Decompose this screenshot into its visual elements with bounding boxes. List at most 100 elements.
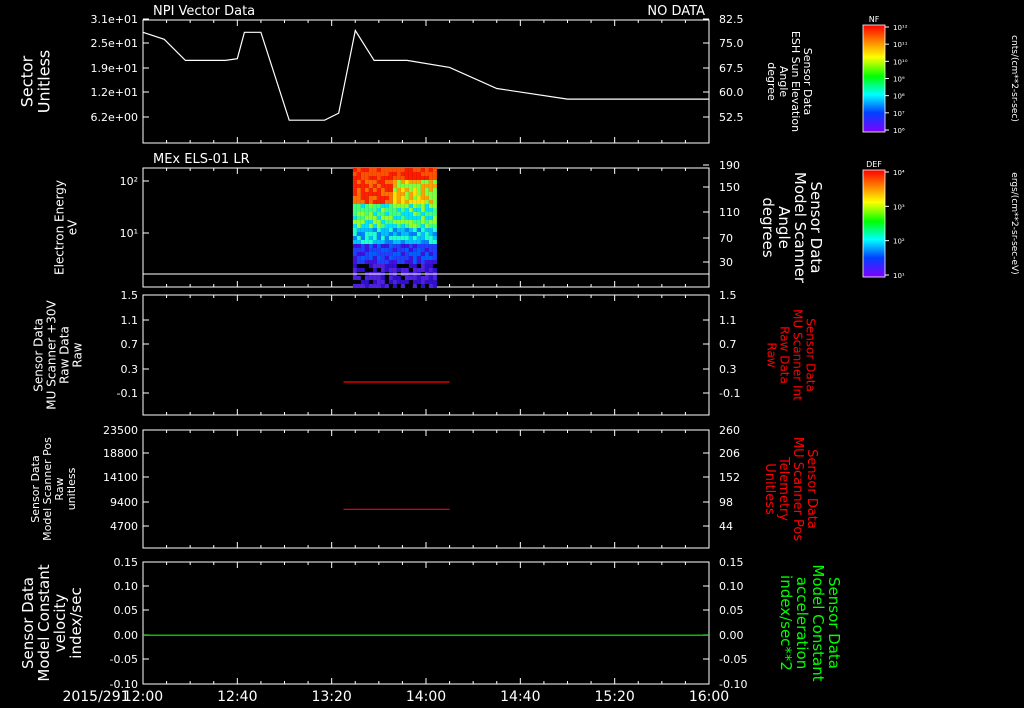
spectrogram-cell — [412, 252, 417, 256]
spectrogram-cell — [376, 236, 381, 240]
y-axis-label: Sensor Data — [32, 318, 46, 392]
spectrogram-cell — [364, 188, 369, 192]
spectrogram-cell — [392, 248, 397, 252]
spectrogram-cell — [432, 236, 437, 240]
y-axis-label: Raw — [71, 342, 85, 367]
spectrogram-cell — [404, 256, 409, 260]
spectrogram-cell — [368, 276, 373, 280]
spectrogram-cell — [416, 248, 421, 252]
spectrogram-cell — [376, 260, 381, 264]
spectrogram-cell — [416, 260, 421, 264]
spectrogram-cell — [388, 280, 393, 284]
spectrogram-cell — [356, 192, 361, 196]
spectrogram-cell — [380, 260, 385, 264]
spectrogram-cell — [408, 192, 413, 196]
spectrogram-cell — [420, 188, 425, 192]
y-right-axis-label: Unitless — [762, 463, 777, 515]
spectrogram-cell — [416, 184, 421, 188]
panel-4: 23500 18800 14100 9400 4700 260 206 152 98 44 Sens… — [29, 424, 819, 549]
spectrogram-cell — [400, 192, 405, 196]
spectrogram-cell — [388, 284, 393, 288]
y-tick-label: 10² — [120, 175, 138, 188]
spectrogram-cell — [352, 212, 357, 216]
spectrogram-cell — [404, 240, 409, 244]
date-label: 2015/291 — [62, 689, 129, 705]
spectrogram-cell — [404, 172, 409, 176]
spectrogram-cell — [384, 172, 389, 176]
spectrogram-cell — [400, 200, 405, 204]
spectrogram-cell — [364, 216, 369, 220]
spectrogram-cell — [420, 228, 425, 232]
spectrogram-cell — [408, 224, 413, 228]
spectrogram-cell — [380, 204, 385, 208]
spectrogram-cell — [356, 180, 361, 184]
spectrogram-cell — [404, 244, 409, 248]
spectrogram-cell — [420, 176, 425, 180]
spectrogram-cell — [420, 236, 425, 240]
time-tick-label: 12:40 — [217, 689, 257, 705]
y-right-tick-label: 52.5 — [719, 111, 744, 124]
spectrogram-cell — [420, 208, 425, 212]
time-tick-label: 14:00 — [406, 689, 446, 705]
spectrogram-cell — [404, 228, 409, 232]
spectrogram-cell — [408, 176, 413, 180]
spectrogram-cell — [352, 184, 357, 188]
spectrogram-cell — [396, 284, 401, 288]
spectrogram-cell — [372, 172, 377, 176]
panel-frame — [142, 19, 710, 144]
spectrogram-cell — [356, 200, 361, 204]
y-right-tick-label: 0.05 — [719, 604, 744, 617]
spectrogram-cell — [396, 224, 401, 228]
spectrogram-cell — [416, 240, 421, 244]
spectrogram-cell — [428, 280, 433, 284]
spectrogram-cell — [364, 276, 369, 280]
y-tick-label: 23500 — [103, 424, 138, 437]
spectrogram-cell — [392, 192, 397, 196]
spectrogram-cell — [400, 240, 405, 244]
spectrogram-cell — [360, 216, 365, 220]
spectrogram-cell — [392, 172, 397, 176]
colorbar-scale — [862, 24, 886, 133]
spectrogram-cell — [372, 268, 377, 272]
y-right-tick-label: 206 — [719, 447, 740, 460]
time-tick-label: 14:40 — [500, 689, 540, 705]
spectrogram-cell — [368, 280, 373, 284]
spectrogram-cell — [424, 224, 429, 228]
spectrogram-cell — [404, 252, 409, 256]
spectrogram-cell — [412, 176, 417, 180]
y-right-tick-label: -0.05 — [719, 653, 747, 666]
spectrogram-cell — [400, 248, 405, 252]
spectrogram-cell — [392, 224, 397, 228]
spectrogram-cell — [432, 260, 437, 264]
spectrogram-cell — [388, 260, 393, 264]
spectrogram-cell — [428, 260, 433, 264]
spectrogram-cell — [396, 248, 401, 252]
spectrogram-cell — [408, 200, 413, 204]
spectrogram-cell — [396, 280, 401, 284]
spectrogram-cell — [404, 216, 409, 220]
spectrogram-cell — [400, 208, 405, 212]
spectrogram-cell — [376, 284, 381, 288]
spectrogram-cell — [392, 188, 397, 192]
spectrogram-cell — [388, 228, 393, 232]
spectrogram-cell — [356, 284, 361, 288]
colorbar-tick-label: 10⁶ — [893, 127, 905, 135]
spectrogram-cell — [412, 168, 417, 172]
spectrogram-cell — [428, 232, 433, 236]
spectrogram-cell — [408, 276, 413, 280]
spectrogram-cell — [364, 244, 369, 248]
y-tick-label: 9400 — [110, 496, 138, 509]
spectrogram-cell — [356, 212, 361, 216]
colorbar-tick-label: 10¹¹ — [893, 41, 908, 49]
y-tick-label: 4700 — [110, 520, 138, 533]
spectrogram-cell — [400, 216, 405, 220]
y-right-tick-label: 0.3 — [719, 363, 737, 376]
spectrogram-cell — [412, 240, 417, 244]
spectrogram-cell — [376, 232, 381, 236]
spectrogram-cell — [368, 212, 373, 216]
y-right-tick-label: 150 — [719, 181, 740, 194]
spectrogram-cell — [356, 240, 361, 244]
time-tick-label: 15:20 — [594, 689, 634, 705]
spectrogram-cell — [372, 176, 377, 180]
spectrogram-cell — [428, 240, 433, 244]
